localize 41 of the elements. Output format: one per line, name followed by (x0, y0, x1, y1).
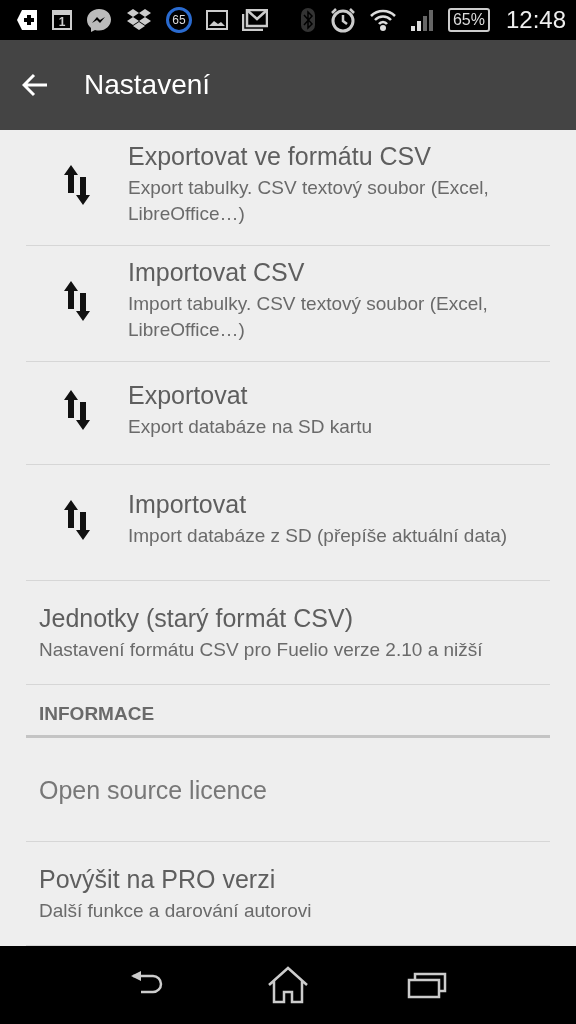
home-icon[interactable] (267, 966, 309, 1004)
settings-item[interactable]: Importovat CSV Import tabulky. CSV textový soubor (Excel, LibreOffice…) (26, 246, 550, 362)
mail-icon (242, 9, 268, 31)
item-subtitle: Import databáze z SD (přepíše aktuální data) (128, 524, 508, 548)
signal-icon (409, 8, 434, 32)
item-subtitle: Export tabulky. CSV textový soubor (Excel, LibreOffice…) (128, 176, 490, 226)
settings-item[interactable]: Importovat Import databáze z SD (přepíše aktuální data) (26, 465, 550, 581)
item-title: Jednotky (starý formát CSV) (39, 604, 354, 633)
item-subtitle: Export databáze na SD kartu (128, 414, 372, 439)
recent-apps-icon[interactable] (407, 971, 447, 999)
settings-item[interactable]: Exportovat ve formátu CSV Export tabulky. CSV textový soubor (Excel, LibreOffice…) (26, 130, 550, 246)
bluetooth-icon (299, 7, 316, 33)
image-icon (206, 10, 228, 30)
back-arrow-icon[interactable] (22, 73, 48, 97)
dropbox-icon (126, 8, 152, 32)
item-subtitle: Nastavení formátu CSV pro Fuelio verze 2.10 a nižší (39, 638, 483, 662)
wifi-icon (369, 8, 396, 32)
item-title: Exportovat ve formátu CSV (128, 142, 432, 171)
item-title: Exportovat (128, 380, 249, 410)
plus-tag-icon (16, 9, 38, 31)
battery-indicator: 65% (447, 8, 490, 32)
alarm-clock-icon (329, 7, 356, 33)
messenger-icon (86, 7, 112, 33)
item-title: Importovat CSV (128, 258, 306, 287)
item-subtitle: Import tabulky. CSV textový soubor (Excel, LibreOffice…) (128, 292, 489, 342)
calendar-icon: 1 (52, 10, 72, 30)
swap-arrows-icon (64, 390, 90, 430)
settings-item[interactable]: Jednotky (starý formát CSV) Nastavení formátu CSV pro Fuelio verze 2.10 a nižší (26, 581, 550, 685)
count-badge: 65 (166, 7, 192, 33)
item-title: Povýšit na PRO verzi (39, 865, 277, 894)
swap-arrows-icon (64, 164, 90, 205)
item-title: Open source licence (39, 776, 267, 805)
swap-arrows-icon (64, 280, 90, 321)
settings-item[interactable]: Exportovat Export databáze na SD kartu (26, 362, 550, 465)
settings-item[interactable]: Open source licence (26, 738, 550, 842)
item-title: Importovat (128, 490, 248, 519)
toolbar-title: Nastavení (84, 69, 211, 101)
clock-time: 12:48 (505, 6, 566, 34)
swap-arrows-icon (64, 499, 90, 540)
section-header: INFORMACE (39, 703, 155, 724)
item-subtitle: Další funkce a darování autorovi (39, 899, 312, 923)
